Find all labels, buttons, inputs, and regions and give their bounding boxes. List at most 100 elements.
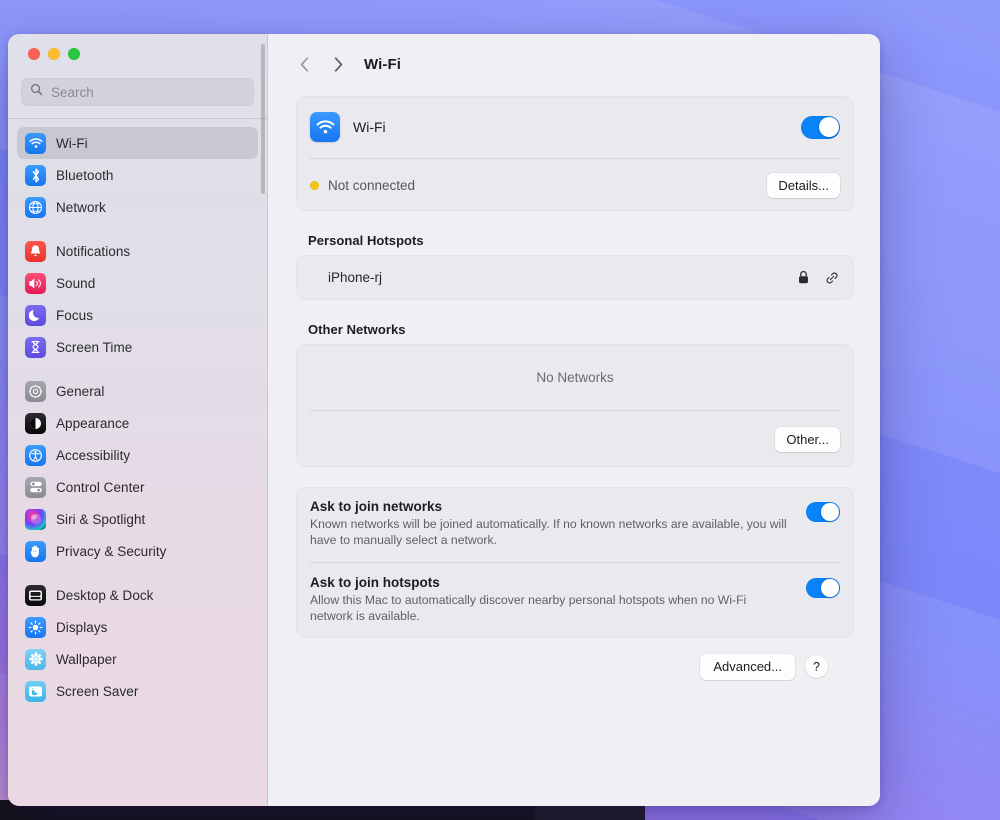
details-button[interactable]: Details... [767,172,840,198]
status-badge [310,180,319,190]
forward-button[interactable] [324,50,352,78]
link-icon [824,270,840,286]
sidebar-item-bluetooth[interactable]: Bluetooth [17,159,258,191]
sidebar-group: General Appearance Accessibility Control Ce… [17,375,258,567]
sidebar-item-accessibility[interactable]: Accessibility [17,439,258,471]
sidebar-item-label: Desktop & Dock [56,587,154,603]
sidebar-group: Notifications Sound Focus Screen Time [17,235,258,363]
sidebar-item-label: Notifications [56,243,131,259]
sidebar-item-label: Sound [56,275,96,291]
sidebar-item-wallpaper[interactable]: Wallpaper [17,643,258,675]
sidebar-item-siri-spotlight[interactable]: Siri & Spotlight [17,503,258,535]
sidebar-item-privacy-security[interactable]: Privacy & Security [17,535,258,567]
sidebar: Search Wi-Fi Bluetooth Network Notification… [8,34,268,806]
sidebar-item-desktop-dock[interactable]: Desktop & Dock [17,579,258,611]
maximize-button[interactable] [68,48,80,60]
wifi-icon [310,112,340,142]
footer-actions: Advanced... ? [296,638,854,696]
personal-hotspots-header: Personal Hotspots [308,233,424,248]
sidebar-item-network[interactable]: Network [17,191,258,223]
no-networks-text: No Networks [536,369,614,385]
preference-title: Ask to join networks [310,499,443,514]
hotspot-row[interactable]: iPhone-rj [296,255,854,300]
sidebar-item-displays[interactable]: Displays [17,611,258,643]
sidebar-item-label: Appearance [56,415,130,431]
preference-texts: Ask to join networks Known networks will … [310,499,806,549]
sidebar-group: Wi-Fi Bluetooth Network [17,127,258,223]
sidebar-item-label: Network [56,199,106,215]
minimize-button[interactable] [48,48,60,60]
hotspot-name: iPhone-rj [328,270,383,285]
desktop-dock-icon [25,584,46,606]
control-center-icon [25,476,46,498]
sidebar-item-sound[interactable]: Sound [17,267,258,299]
accessibility-icon [25,444,46,466]
preference-description: Known networks will be joined automatica… [310,517,787,548]
sidebar-item-label: Displays [56,619,108,635]
preferences-card: Ask to join networks Known networks will … [296,487,854,638]
sidebar-item-screen-time[interactable]: Screen Time [17,331,258,363]
brightness-icon [25,616,46,638]
toggle-knob [821,579,839,597]
gear-icon [25,380,46,402]
wifi-status-text: Not connected [328,177,416,193]
sidebar-item-label: Screen Time [56,339,133,355]
preference-toggle-wrap [806,575,840,625]
sidebar-item-label: General [56,383,105,399]
sidebar-item-wi-fi[interactable]: Wi-Fi [17,127,258,159]
wallpaper-icon [25,648,46,670]
preference-toggle[interactable] [806,577,840,598]
wifi-row-label: Wi-Fi [353,119,386,135]
wifi-toggle-row: Wi-Fi [296,96,854,158]
siri-icon [25,508,46,530]
sidebar-scrollbar[interactable] [261,44,265,194]
search-input[interactable]: Search [21,78,254,106]
bell-icon [25,240,46,262]
sidebar-item-general[interactable]: General [17,375,258,407]
search-icon [30,83,43,101]
other-networks-header: Other Networks [308,322,406,337]
page-title: Wi-Fi [364,55,402,73]
help-button[interactable]: ? [805,655,828,679]
sidebar-item-label: Wi-Fi [56,135,88,151]
hand-icon [25,540,46,562]
other-button[interactable]: Other... [775,426,840,452]
search-container: Search [8,74,267,118]
close-button[interactable] [28,48,40,60]
lock-icon [797,270,810,285]
sidebar-item-label: Siri & Spotlight [56,511,146,527]
wifi-toggle[interactable] [801,115,840,139]
sidebar-item-notifications[interactable]: Notifications [17,235,258,267]
sidebar-item-label: Screen Saver [56,683,139,699]
sidebar-item-label: Wallpaper [56,651,117,667]
no-networks-row: No Networks [296,344,854,410]
wifi-icon [25,132,46,154]
sidebar-item-control-center[interactable]: Control Center [17,471,258,503]
sidebar-item-label: Control Center [56,479,145,495]
back-button[interactable] [290,50,318,78]
preference-toggle[interactable] [806,502,840,522]
other-button-row: Other... [296,411,854,467]
sidebar-item-focus[interactable]: Focus [17,299,258,331]
toolbar: Wi-Fi [268,34,880,94]
appearance-icon [25,412,46,434]
toggle-knob [821,503,839,521]
bluetooth-icon [25,164,46,186]
speaker-icon [25,272,46,294]
toggle-knob [818,117,839,137]
system-settings-window: Search Wi-Fi Bluetooth Network Notification… [8,34,880,806]
preference-texts: Ask to join hotspots Allow this Mac to au… [310,575,806,625]
advanced-button[interactable]: Advanced... [700,653,795,680]
settings-scroll-area: Wi-Fi Not connected Details... Personal … [268,94,880,806]
sidebar-item-appearance[interactable]: Appearance [17,407,258,439]
wifi-status-row: Not connected Details... [296,159,854,211]
moon-icon [25,304,46,326]
hourglass-icon [25,336,46,358]
sidebar-item-label: Bluetooth [56,167,114,183]
sidebar-group: Desktop & Dock Displays Wallpaper Screen Sa… [17,579,258,707]
sidebar-item-screen-saver[interactable]: Screen Saver [17,675,258,707]
other-networks-card: No Networks Other... [296,344,854,467]
sidebar-nav: Wi-Fi Bluetooth Network Notifications Sound F… [8,119,267,806]
search-placeholder: Search [51,84,94,100]
preference-toggle-wrap [806,499,840,549]
